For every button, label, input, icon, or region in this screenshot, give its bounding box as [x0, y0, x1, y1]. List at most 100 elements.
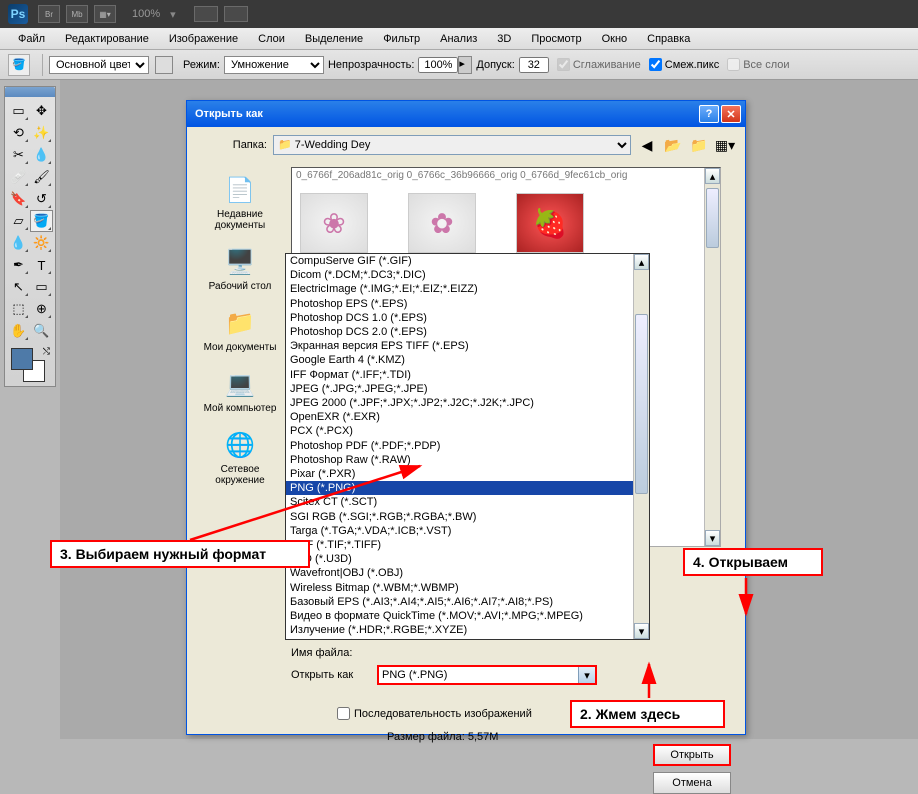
pen-tool-icon[interactable]: ✒ [7, 254, 30, 276]
menu-filter[interactable]: Фильтр [373, 30, 430, 48]
menu-edit[interactable]: Редактирование [55, 30, 159, 48]
format-dropdown-list[interactable]: CompuServe GIF (*.GIF)Dicom (*.DCM;*.DC3… [285, 253, 650, 640]
format-option[interactable]: Wavefront|OBJ (*.OBJ) [286, 566, 633, 580]
place-recent[interactable]: 📄Недавние документы [197, 173, 283, 231]
zoom-level[interactable]: 100% [132, 8, 160, 20]
color-swatch[interactable] [155, 56, 173, 74]
format-option[interactable]: Wireless Bitmap (*.WBM;*.WBMP) [286, 581, 633, 595]
arrange-docs-icon[interactable] [194, 6, 218, 22]
bucket-tool-icon-2[interactable]: 🪣 [30, 210, 53, 232]
close-button[interactable]: ✕ [721, 105, 741, 123]
marquee-tool-icon[interactable]: ▭ [7, 100, 30, 122]
place-documents[interactable]: 📁Мои документы [197, 306, 283, 353]
menu-image[interactable]: Изображение [159, 30, 248, 48]
menu-analysis[interactable]: Анализ [430, 30, 487, 48]
eraser-tool-icon[interactable]: ▱ [7, 210, 30, 232]
fg-color-swatch[interactable] [11, 348, 33, 370]
help-button[interactable]: ? [699, 105, 719, 123]
crop-tool-icon[interactable]: ✂ [7, 144, 30, 166]
stamp-tool-icon[interactable]: 🔖 [7, 188, 30, 210]
fill-source-select[interactable]: Основной цвет [49, 56, 149, 74]
mode-select[interactable]: Умножение [224, 56, 324, 74]
opacity-input[interactable] [418, 57, 458, 73]
format-option[interactable]: IFF Формат (*.IFF;*.TDI) [286, 368, 633, 382]
folder-select[interactable]: 📁 7-Wedding Dey [273, 135, 631, 155]
up-icon[interactable]: 📂 [663, 135, 683, 155]
view-extras-icon[interactable]: ▦▾ [94, 5, 116, 23]
filetype-combo[interactable]: PNG (*.PNG) ▾ [377, 665, 597, 685]
menu-window[interactable]: Окно [592, 30, 638, 48]
color-picker[interactable]: ⤭ [7, 346, 53, 384]
tolerance-input[interactable] [519, 57, 549, 73]
heal-tool-icon[interactable]: 🩹 [7, 166, 30, 188]
format-option[interactable]: TIFF (*.TIF;*.TIFF) [286, 538, 633, 552]
place-network[interactable]: 🌐Сетевое окружение [197, 428, 283, 486]
format-option[interactable]: JPEG (*.JPG;*.JPEG;*.JPE) [286, 382, 633, 396]
format-option[interactable]: Google Earth 4 (*.KMZ) [286, 353, 633, 367]
menu-view[interactable]: Просмотр [521, 30, 591, 48]
dropdown-scrollbar[interactable]: ▴ ▾ [633, 254, 649, 639]
format-option[interactable]: Photoshop PDF (*.PDF;*.PDP) [286, 439, 633, 453]
brush-tool-icon[interactable]: 🖌 [30, 166, 53, 188]
all-layers-checkbox[interactable]: Все слои [727, 58, 789, 71]
format-option[interactable]: Экранная версия EPS TIFF (*.EPS) [286, 339, 633, 353]
path-select-tool-icon[interactable]: ↖ [7, 276, 30, 298]
format-option[interactable]: Photoshop DCS 1.0 (*.EPS) [286, 311, 633, 325]
menu-select[interactable]: Выделение [295, 30, 373, 48]
format-option[interactable]: Мягкое изображение (*.PIC) [286, 637, 633, 639]
move-tool-icon[interactable]: ✥ [30, 100, 53, 122]
format-option[interactable]: PNG (*.PNG) [286, 481, 633, 495]
format-option[interactable]: SGI RGB (*.SGI;*.RGB;*.RGBA;*.BW) [286, 510, 633, 524]
format-option[interactable]: JPEG 2000 (*.JPF;*.JPX;*.JP2;*.J2C;*.J2K… [286, 396, 633, 410]
bucket-tool-icon[interactable]: 🪣 [8, 54, 30, 76]
opacity-stepper[interactable]: ▸ [458, 56, 472, 74]
dodge-tool-icon[interactable]: 🔆 [30, 232, 53, 254]
format-option[interactable]: Dicom (*.DCM;*.DC3;*.DIC) [286, 268, 633, 282]
lasso-tool-icon[interactable]: ⟲ [7, 122, 30, 144]
history-brush-tool-icon[interactable]: ↺ [30, 188, 53, 210]
menu-file[interactable]: Файл [8, 30, 55, 48]
place-computer[interactable]: 💻Мой компьютер [197, 367, 283, 414]
format-option[interactable]: Photoshop EPS (*.EPS) [286, 297, 633, 311]
format-option[interactable]: Базовый EPS (*.AI3;*.AI4;*.AI5;*.AI6;*.A… [286, 595, 633, 609]
hand-tool-icon[interactable]: ✋ [7, 320, 30, 342]
sequence-checkbox[interactable]: Последовательность изображений [337, 707, 532, 720]
wand-tool-icon[interactable]: ✨ [30, 122, 53, 144]
format-option[interactable]: U3D (*.U3D) [286, 552, 633, 566]
screen-mode-icon[interactable] [224, 6, 248, 22]
mini-bridge-icon[interactable]: Mb [66, 5, 88, 23]
format-option[interactable]: PCX (*.PCX) [286, 424, 633, 438]
format-option[interactable]: Photoshop DCS 2.0 (*.EPS) [286, 325, 633, 339]
view-menu-icon[interactable]: ▦▾ [715, 135, 735, 155]
bridge-icon[interactable]: Br [38, 5, 60, 23]
3d-tool-icon[interactable]: ⬚ [7, 298, 30, 320]
menu-3d[interactable]: 3D [487, 30, 521, 48]
format-option[interactable]: Видео в формате QuickTime (*.MOV;*.AVI;*… [286, 609, 633, 623]
menu-layer[interactable]: Слои [248, 30, 295, 48]
zoom-tool-icon[interactable]: 🔍 [30, 320, 53, 342]
back-icon[interactable]: ◀ [637, 135, 657, 155]
type-tool-icon[interactable]: T [30, 254, 53, 276]
shape-tool-icon[interactable]: ▭ [30, 276, 53, 298]
contiguous-checkbox[interactable]: Смеж.пикс [649, 58, 719, 71]
3d-camera-tool-icon[interactable]: ⊕ [30, 298, 53, 320]
cancel-button[interactable]: Отмена [653, 772, 731, 794]
format-option[interactable]: OpenEXR (*.EXR) [286, 410, 633, 424]
menu-help[interactable]: Справка [637, 30, 700, 48]
file-scrollbar[interactable]: ▴ ▾ [704, 168, 720, 546]
swap-colors-icon[interactable]: ⤭ [43, 346, 50, 357]
dialog-titlebar[interactable]: Открыть как ? ✕ [187, 101, 745, 127]
tools-header-icon[interactable] [5, 87, 55, 97]
place-desktop[interactable]: 🖥️Рабочий стол [197, 245, 283, 292]
open-button[interactable]: Открыть [653, 744, 731, 766]
filetype-dropdown-button[interactable]: ▾ [578, 667, 595, 683]
format-option[interactable]: Pixar (*.PXR) [286, 467, 633, 481]
blur-tool-icon[interactable]: 💧 [7, 232, 30, 254]
format-option[interactable]: Targa (*.TGA;*.VDA;*.ICB;*.VST) [286, 524, 633, 538]
new-folder-icon[interactable]: 📁 [689, 135, 709, 155]
format-option[interactable]: CompuServe GIF (*.GIF) [286, 254, 633, 268]
format-option[interactable]: Photoshop Raw (*.RAW) [286, 453, 633, 467]
eyedropper-tool-icon[interactable]: 💧 [30, 144, 53, 166]
format-option[interactable]: Излучение (*.HDR;*.RGBE;*.XYZE) [286, 623, 633, 637]
antialias-checkbox[interactable]: Сглаживание [557, 58, 641, 71]
